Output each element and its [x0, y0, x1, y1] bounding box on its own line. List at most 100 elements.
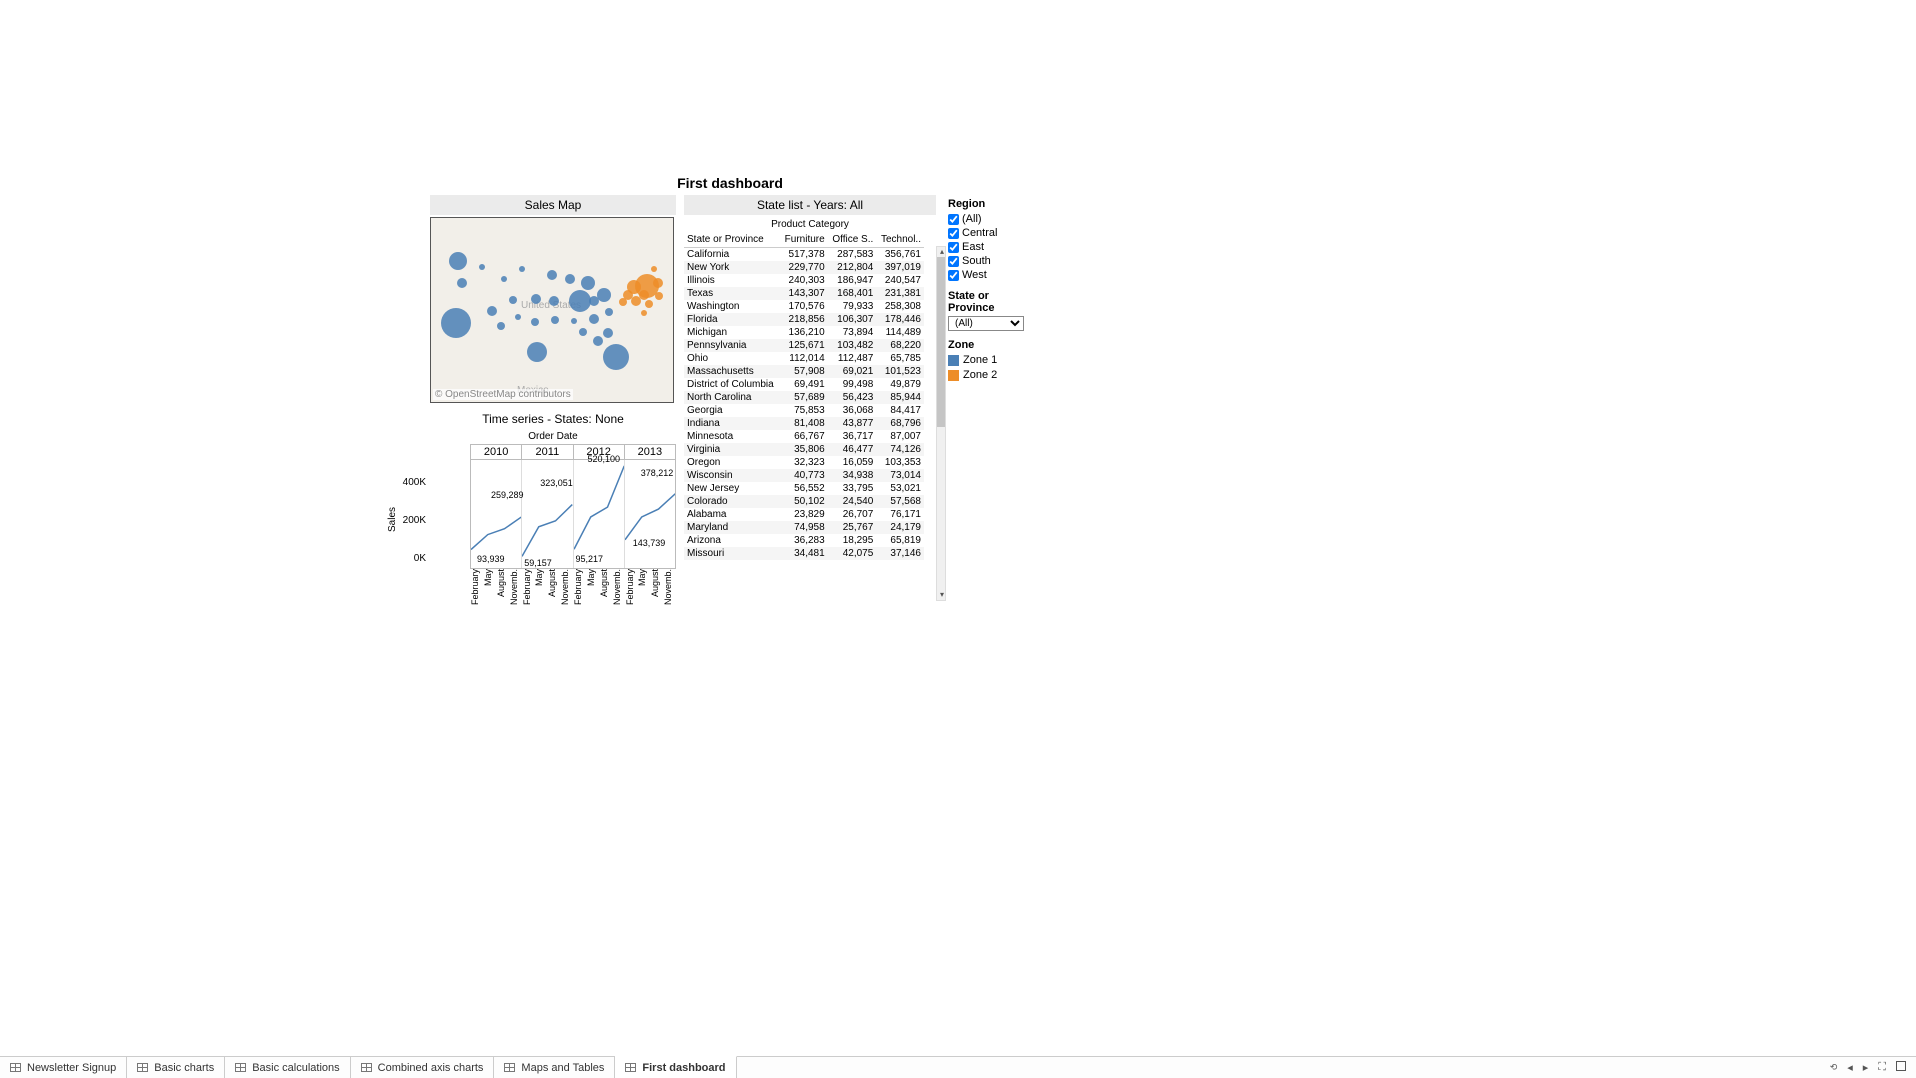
table-column-header[interactable]: State or Province	[684, 232, 780, 248]
table-super-header: Product Category	[684, 217, 936, 232]
table-row[interactable]: Maryland74,95825,76724,179	[684, 521, 924, 534]
table-row[interactable]: Texas143,307168,401231,381	[684, 287, 924, 300]
map-bubble[interactable]	[579, 328, 587, 336]
sheet-tab[interactable]: Basic calculations	[225, 1057, 350, 1078]
next-sheet-icon[interactable]: ▸	[1863, 1061, 1869, 1074]
map-bubble[interactable]	[531, 318, 539, 326]
table-row[interactable]: Illinois240,303186,947240,547	[684, 274, 924, 287]
table-row[interactable]: Virginia35,80646,47774,126	[684, 443, 924, 456]
map-bubble[interactable]	[655, 292, 663, 300]
map-bubble[interactable]	[641, 310, 647, 316]
map-bubble[interactable]	[547, 270, 557, 280]
table-row[interactable]: Arizona36,28318,29565,819	[684, 534, 924, 547]
sheet-icon	[137, 1063, 148, 1072]
map-bubble[interactable]	[501, 276, 507, 282]
table-row[interactable]: Georgia75,85336,06884,417	[684, 404, 924, 417]
checkbox[interactable]	[948, 214, 959, 225]
table-row[interactable]: District of Columbia69,49199,49849,879	[684, 378, 924, 391]
map-bubble[interactable]	[527, 342, 547, 362]
table-row[interactable]: California517,378287,583356,761	[684, 248, 924, 262]
map-bubble[interactable]	[569, 290, 591, 312]
table-scrollbar[interactable]: ▴ ▾	[936, 246, 946, 601]
table-row[interactable]: Massachusetts57,90869,021101,523	[684, 365, 924, 378]
sheet-tab[interactable]: Maps and Tables	[494, 1057, 615, 1078]
table-column-header[interactable]: Office S..	[828, 232, 877, 248]
table-row[interactable]: New York229,770212,804397,019	[684, 261, 924, 274]
y-tick: 400K	[392, 477, 426, 488]
checkbox[interactable]	[948, 270, 959, 281]
region-checkbox-item[interactable]: Central	[948, 226, 1038, 240]
map-bubble[interactable]	[551, 316, 559, 324]
map-bubble[interactable]	[645, 300, 653, 308]
map-bubble[interactable]	[653, 278, 663, 288]
table-row[interactable]: Wisconsin40,77334,93873,014	[684, 469, 924, 482]
table-row[interactable]: Michigan136,21073,894114,489	[684, 326, 924, 339]
map-bubble[interactable]	[549, 296, 559, 306]
table-row[interactable]: Indiana81,40843,87768,796	[684, 417, 924, 430]
fullscreen-icon[interactable]: ⛶	[1878, 1061, 1886, 1074]
table-cell: 49,879	[876, 378, 924, 391]
map-bubble[interactable]	[651, 266, 657, 272]
map-bubble[interactable]	[639, 290, 649, 300]
map-bubble[interactable]	[597, 288, 611, 302]
prev-sheet-icon[interactable]: ◂	[1847, 1061, 1853, 1074]
region-checkbox-item[interactable]: South	[948, 254, 1038, 268]
presentation-icon[interactable]	[1896, 1061, 1906, 1074]
map-bubble[interactable]	[565, 274, 575, 284]
map-bubble[interactable]	[515, 314, 521, 320]
map-bubble[interactable]	[449, 252, 467, 270]
table-row[interactable]: Minnesota66,76736,71787,007	[684, 430, 924, 443]
sheet-tab[interactable]: First dashboard	[615, 1056, 736, 1078]
sales-map[interactable]: United States Mexico	[430, 217, 674, 403]
map-bubble[interactable]	[603, 344, 629, 370]
region-checkbox-item[interactable]: West	[948, 268, 1038, 282]
zone-legend-item[interactable]: Zone 2	[948, 368, 1038, 383]
region-checkbox-item[interactable]: East	[948, 240, 1038, 254]
sheet-tab[interactable]: Newsletter Signup	[0, 1057, 127, 1078]
table-row[interactable]: North Carolina57,68956,42385,944	[684, 391, 924, 404]
table-row[interactable]: Colorado50,10224,54057,568	[684, 495, 924, 508]
map-bubble[interactable]	[509, 296, 517, 304]
table-row[interactable]: Pennsylvania125,671103,48268,220	[684, 339, 924, 352]
map-bubble[interactable]	[487, 306, 497, 316]
legend-label: Zone 2	[963, 368, 997, 383]
map-bubble[interactable]	[605, 308, 613, 316]
scroll-down-arrow[interactable]: ▾	[937, 590, 947, 600]
checkbox[interactable]	[948, 256, 959, 267]
table-column-header[interactable]: Technol..	[876, 232, 924, 248]
chart-annotation: 323,051	[540, 478, 573, 488]
state-table[interactable]: State or ProvinceFurnitureOffice S..Tech…	[684, 232, 924, 560]
map-bubble[interactable]	[581, 276, 595, 290]
table-row[interactable]: Oregon32,32316,059103,353	[684, 456, 924, 469]
month-label: Novemb.	[509, 569, 522, 619]
table-row[interactable]: Ohio112,014112,48765,785	[684, 352, 924, 365]
checkbox[interactable]	[948, 228, 959, 239]
table-row[interactable]: Washington170,57679,933258,308	[684, 300, 924, 313]
table-row[interactable]: Florida218,856106,307178,446	[684, 313, 924, 326]
table-row[interactable]: New Jersey56,55233,79553,021	[684, 482, 924, 495]
map-bubble[interactable]	[593, 336, 603, 346]
map-bubble[interactable]	[519, 266, 525, 272]
checkbox-label: East	[962, 240, 984, 254]
zone-legend-item[interactable]: Zone 1	[948, 353, 1038, 368]
map-bubble[interactable]	[571, 318, 577, 324]
sheet-tab[interactable]: Basic charts	[127, 1057, 225, 1078]
region-checkbox-item[interactable]: (All)	[948, 212, 1038, 226]
scroll-up-arrow[interactable]: ▴	[937, 247, 947, 257]
table-row[interactable]: Missouri34,48142,07537,146	[684, 547, 924, 560]
state-select[interactable]: (All)	[948, 316, 1024, 331]
time-series-chart[interactable]: 93,939259,28959,157323,05195,217520,1001…	[470, 459, 676, 569]
table-row[interactable]: Alabama23,82926,70776,171	[684, 508, 924, 521]
map-bubble[interactable]	[603, 328, 613, 338]
map-bubble[interactable]	[479, 264, 485, 270]
scroll-thumb[interactable]	[937, 257, 945, 427]
table-column-header[interactable]: Furniture	[780, 232, 828, 248]
reset-icon[interactable]: ⟲	[1830, 1062, 1838, 1073]
map-bubble[interactable]	[497, 322, 505, 330]
sheet-tab[interactable]: Combined axis charts	[351, 1057, 495, 1078]
map-bubble[interactable]	[531, 294, 541, 304]
checkbox[interactable]	[948, 242, 959, 253]
map-bubble[interactable]	[441, 308, 471, 338]
map-bubble[interactable]	[457, 278, 467, 288]
map-bubble[interactable]	[589, 314, 599, 324]
